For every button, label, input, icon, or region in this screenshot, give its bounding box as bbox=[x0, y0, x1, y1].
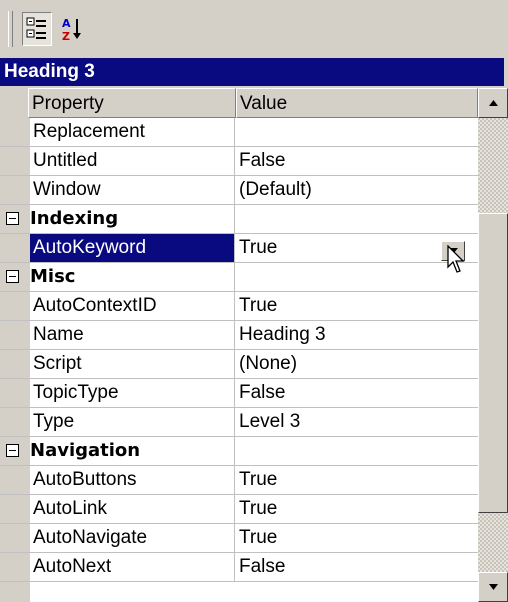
property-name[interactable]: AutoLink bbox=[30, 495, 235, 523]
property-name[interactable]: AutoContextID bbox=[30, 292, 235, 320]
property-name[interactable]: AutoNext bbox=[30, 553, 235, 581]
property-name[interactable]: Window bbox=[30, 176, 235, 204]
property-value[interactable]: False bbox=[236, 553, 478, 581]
property-name[interactable]: AutoKeyword bbox=[30, 234, 235, 262]
arrow-down-icon bbox=[489, 584, 498, 590]
property-value[interactable]: Level 3 bbox=[236, 408, 478, 436]
property-value[interactable]: True bbox=[236, 292, 478, 320]
scroll-up-button[interactable] bbox=[478, 88, 508, 118]
property-value[interactable]: True bbox=[236, 524, 478, 552]
mouse-pointer-icon bbox=[447, 245, 465, 273]
property-row[interactable]: AutoContextID True bbox=[0, 292, 478, 321]
vertical-scrollbar[interactable] bbox=[478, 88, 508, 602]
category-value-cell bbox=[236, 205, 478, 233]
category-value-cell bbox=[236, 437, 478, 465]
property-row[interactable]: Window (Default) bbox=[0, 176, 478, 205]
property-row[interactable]: AutoNavigate True bbox=[0, 524, 478, 553]
category-row[interactable]: Indexing bbox=[0, 205, 478, 234]
property-row[interactable]: AutoButtons True bbox=[0, 466, 478, 495]
scroll-thumb[interactable] bbox=[478, 213, 508, 513]
property-name[interactable]: Untitled bbox=[30, 147, 235, 175]
property-value[interactable]: True bbox=[236, 466, 478, 494]
category-row[interactable]: Misc bbox=[0, 263, 478, 292]
property-value[interactable]: (Default) bbox=[236, 176, 478, 204]
svg-text:Z: Z bbox=[62, 30, 70, 42]
svg-text:A: A bbox=[62, 17, 71, 30]
property-row[interactable]: AutoKeyword True bbox=[0, 234, 478, 263]
categorized-view-icon bbox=[26, 17, 46, 39]
selection-title: Heading 3 bbox=[0, 58, 504, 86]
property-row[interactable]: Script (None) bbox=[0, 350, 478, 379]
arrow-up-icon bbox=[489, 100, 498, 106]
property-name[interactable]: AutoButtons bbox=[30, 466, 235, 494]
property-value[interactable]: False bbox=[236, 147, 478, 175]
toolbar: A Z bbox=[0, 0, 508, 58]
alphabetic-button[interactable]: A Z bbox=[58, 12, 88, 46]
property-value[interactable]: (None) bbox=[236, 350, 478, 378]
property-value[interactable] bbox=[236, 118, 478, 146]
property-row[interactable]: Type Level 3 bbox=[0, 408, 478, 437]
property-value[interactable]: False bbox=[236, 379, 478, 407]
toolbar-grip[interactable] bbox=[8, 11, 13, 47]
scroll-down-button[interactable] bbox=[478, 572, 508, 602]
property-row[interactable]: TopicType False bbox=[0, 379, 478, 408]
property-row[interactable]: Replacement bbox=[0, 118, 478, 147]
property-name[interactable]: Replacement bbox=[30, 118, 235, 146]
property-name[interactable]: Name bbox=[30, 321, 235, 349]
property-value[interactable]: True bbox=[236, 495, 478, 523]
column-header-value[interactable]: Value bbox=[236, 88, 478, 118]
property-value[interactable]: Heading 3 bbox=[236, 321, 478, 349]
category-label: Misc bbox=[0, 263, 235, 291]
alphabetic-sort-icon: A Z bbox=[62, 17, 81, 42]
column-header-property[interactable]: Property bbox=[28, 88, 236, 118]
property-grid: Property Value Replacement Untitled False W… bbox=[0, 88, 478, 602]
category-row[interactable]: Navigation bbox=[0, 437, 478, 466]
category-label: Navigation bbox=[0, 437, 235, 465]
property-name[interactable]: Script bbox=[30, 350, 235, 378]
property-row[interactable]: AutoNext False bbox=[0, 553, 478, 582]
property-name[interactable]: AutoNavigate bbox=[30, 524, 235, 552]
property-row[interactable]: Untitled False bbox=[0, 147, 478, 176]
category-label: Indexing bbox=[0, 205, 235, 233]
property-name[interactable]: Type bbox=[30, 408, 235, 436]
property-row[interactable]: Name Heading 3 bbox=[0, 321, 478, 350]
property-name[interactable]: TopicType bbox=[30, 379, 235, 407]
category-value-cell bbox=[236, 263, 478, 291]
categorized-button[interactable] bbox=[22, 12, 52, 46]
property-row[interactable]: AutoLink True bbox=[0, 495, 478, 524]
